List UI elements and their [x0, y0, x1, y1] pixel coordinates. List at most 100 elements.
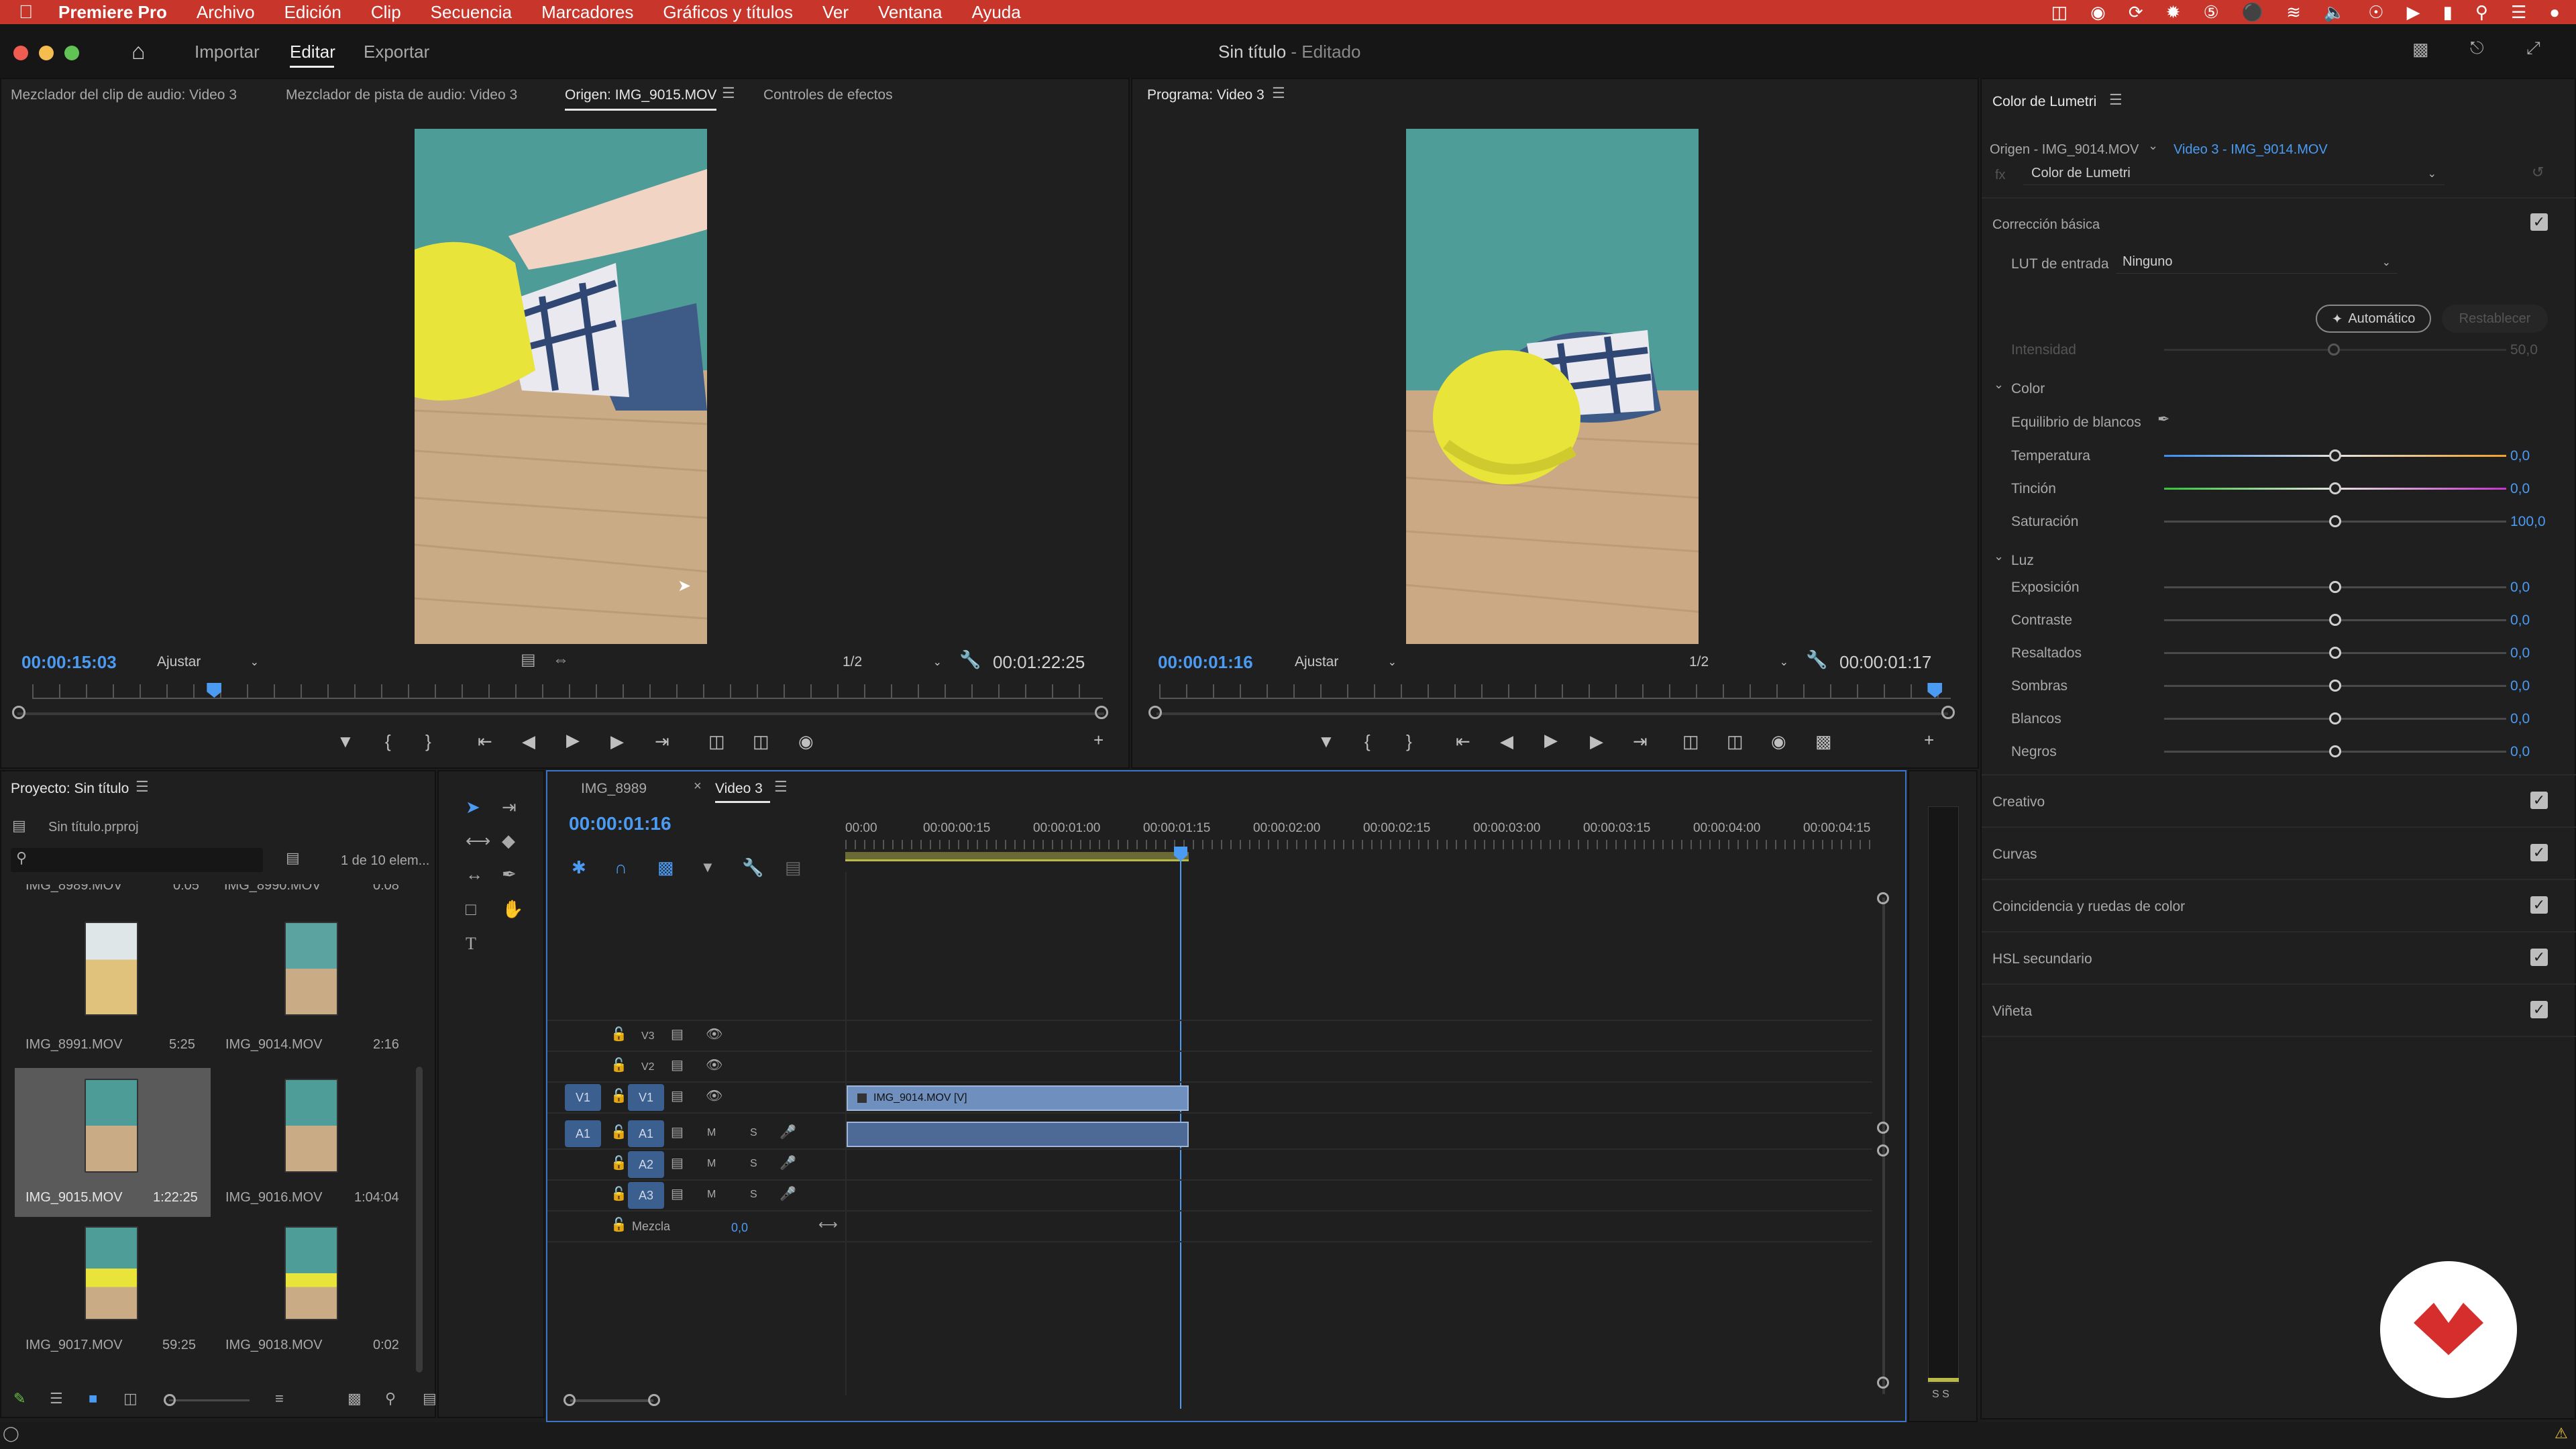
audio-meter-solo-labels[interactable]: S S: [1932, 1389, 1949, 1401]
lock-icon[interactable]: 🔓: [610, 1218, 627, 1232]
lumetri-menu-icon[interactable]: ☰: [2109, 93, 2123, 107]
sync-lock-icon[interactable]: ▤: [671, 1187, 684, 1201]
siri-icon[interactable]: ●: [2549, 2, 2560, 23]
lumetri-effect-dropdown[interactable]: Color de Lumetri ⌄: [2023, 162, 2445, 185]
work-area-bar[interactable]: [845, 852, 1189, 861]
zoom-window-button[interactable]: [64, 46, 79, 60]
track-target-v1[interactable]: V1: [628, 1084, 664, 1111]
horizontal-zoom-bar[interactable]: [570, 1399, 653, 1402]
tab-program[interactable]: Programa: Video 3: [1147, 87, 1265, 103]
lumetri-source[interactable]: Origen - IMG_9014.MOV: [1990, 142, 2139, 158]
sync-icon[interactable]: ⟳: [2129, 2, 2143, 23]
go-to-in-icon[interactable]: ⇤: [1456, 731, 1470, 752]
lumetri-section-checkbox[interactable]: ✓: [2530, 949, 2548, 966]
color-value[interactable]: 100,0: [2510, 514, 2546, 530]
step-forward-icon[interactable]: ▶: [610, 731, 624, 752]
project-menu-icon[interactable]: ☰: [136, 780, 149, 794]
mute-button[interactable]: M: [707, 1189, 716, 1201]
light-section-header[interactable]: Luz: [2011, 553, 2034, 569]
flag-icon[interactable]: ▮: [2443, 2, 2453, 23]
microphone-icon[interactable]: 🎤: [780, 1187, 796, 1201]
snap-icon[interactable]: ∩: [614, 859, 627, 876]
project-item[interactable]: IMG_9018.MOV 0:02: [215, 1224, 416, 1371]
timeline-ruler[interactable]: 00:00 00:00:00:15 00:00:01:00 00:00:01:1…: [845, 821, 1878, 871]
share-icon[interactable]: ⎋: [2470, 39, 2484, 56]
wrench-icon[interactable]: 🔧: [959, 651, 981, 668]
apple-icon[interactable]: : [19, 1, 33, 23]
light-value[interactable]: 0,0: [2510, 678, 2530, 694]
compare-view-icon[interactable]: ▩: [1815, 731, 1832, 752]
add-marker-icon[interactable]: ▼: [1318, 731, 1335, 752]
add-button-icon[interactable]: +: [1924, 730, 1934, 751]
lumetri-target[interactable]: Video 3 - IMG_9014.MOV: [2174, 142, 2328, 158]
sync-lock-icon[interactable]: ▤: [671, 1157, 684, 1170]
freeform-view-icon[interactable]: ◫: [123, 1391, 138, 1406]
export-frame-icon[interactable]: ◉: [1771, 731, 1786, 752]
basic-correction-checkbox[interactable]: ✓: [2530, 213, 2548, 231]
basic-correction-header[interactable]: Corrección básica: [1992, 217, 2100, 233]
user-icon[interactable]: ☉: [2368, 2, 2383, 23]
project-scrollbar[interactable]: [416, 1067, 423, 1373]
chevron-down-icon[interactable]: ⌄: [2148, 140, 2158, 152]
lumetri-section-row[interactable]: Viñeta ✓: [1982, 986, 2576, 1037]
reset-button[interactable]: Restablecer: [2442, 305, 2548, 333]
auto-button[interactable]: ✦ Automático: [2316, 305, 2431, 333]
menu-clip[interactable]: Clip: [371, 2, 401, 23]
source-video-frame[interactable]: [415, 129, 707, 644]
mark-out-icon[interactable]: }: [425, 731, 431, 752]
lock-icon[interactable]: 🔓: [610, 1028, 627, 1041]
light-slider-knob[interactable]: [2329, 647, 2341, 659]
light-value[interactable]: 0,0: [2510, 744, 2530, 760]
source-time-ruler[interactable]: [32, 684, 1103, 699]
color-section-header[interactable]: Color: [2011, 381, 2045, 397]
mute-button[interactable]: M: [707, 1127, 716, 1139]
lock-icon[interactable]: 🔓: [610, 1157, 627, 1170]
scroll-handle[interactable]: [1877, 1144, 1889, 1157]
source-zoom-scrollbar[interactable]: [17, 712, 1104, 715]
light-slider-knob[interactable]: [2329, 712, 2341, 724]
gear-status-icon[interactable]: ✹: [2166, 2, 2181, 23]
list-view-icon[interactable]: ☰: [50, 1391, 63, 1406]
sync-lock-icon[interactable]: ▤: [671, 1059, 684, 1072]
number-five-icon[interactable]: ⑤: [2203, 2, 2218, 23]
program-fit-dropdown[interactable]: Ajustar ⌄: [1295, 652, 1397, 672]
icon-view-icon[interactable]: ■: [89, 1391, 97, 1406]
extract-icon[interactable]: ◫: [1727, 731, 1743, 752]
menu-marcadores[interactable]: Marcadores: [541, 2, 633, 23]
light-slider-knob[interactable]: [2329, 581, 2341, 593]
menu-ventana[interactable]: Ventana: [878, 2, 942, 23]
tab-timeline-img8989[interactable]: IMG_8989: [581, 781, 647, 797]
eye-icon[interactable]: 👁: [706, 1089, 722, 1103]
tab-source-menu-icon[interactable]: ☰: [722, 86, 735, 101]
cc-icon[interactable]: ◉: [2090, 2, 2106, 23]
linked-selection-icon[interactable]: ▩: [657, 859, 674, 876]
find-icon[interactable]: ⚲: [385, 1391, 396, 1406]
mix-value[interactable]: 0,0: [731, 1221, 748, 1235]
fullscreen-icon[interactable]: ⤢: [2526, 39, 2540, 56]
nav-editar[interactable]: Editar: [290, 42, 335, 62]
shield-status-icon[interactable]: ⚫: [2242, 2, 2263, 23]
light-slider-knob[interactable]: [2329, 614, 2341, 626]
lut-dropdown[interactable]: Ninguno ⌄: [2116, 251, 2398, 274]
add-marker-icon[interactable]: ▼: [700, 860, 715, 875]
razor-tool-icon[interactable]: ◆: [502, 832, 515, 849]
go-to-out-icon[interactable]: ⇥: [1633, 731, 1648, 752]
lock-icon[interactable]: 🔓: [610, 1059, 627, 1072]
go-to-out-icon[interactable]: ⇥: [655, 731, 669, 752]
solo-button[interactable]: S: [750, 1127, 757, 1139]
light-value[interactable]: 0,0: [2510, 580, 2530, 596]
add-marker-icon[interactable]: ▼: [337, 731, 354, 752]
source-patch-a1[interactable]: A1: [565, 1120, 601, 1147]
chevron-down-icon[interactable]: ⌄: [1994, 550, 2004, 562]
audio-clip-img9014[interactable]: [847, 1122, 1189, 1147]
eye-icon[interactable]: 👁: [706, 1028, 722, 1041]
color-value[interactable]: 0,0: [2510, 481, 2530, 497]
project-search-input[interactable]: [11, 848, 263, 872]
wifi-icon[interactable]: ≋: [2286, 2, 2301, 23]
microphone-icon[interactable]: 🎤: [780, 1126, 796, 1139]
project-item-selected[interactable]: IMG_9015.MOV 1:22:25: [15, 1068, 211, 1217]
light-value[interactable]: 0,0: [2510, 711, 2530, 727]
tab-timeline-video3[interactable]: Video 3: [715, 781, 763, 797]
tab-program-menu-icon[interactable]: ☰: [1272, 86, 1285, 101]
track-target-a1[interactable]: A1: [628, 1120, 664, 1147]
